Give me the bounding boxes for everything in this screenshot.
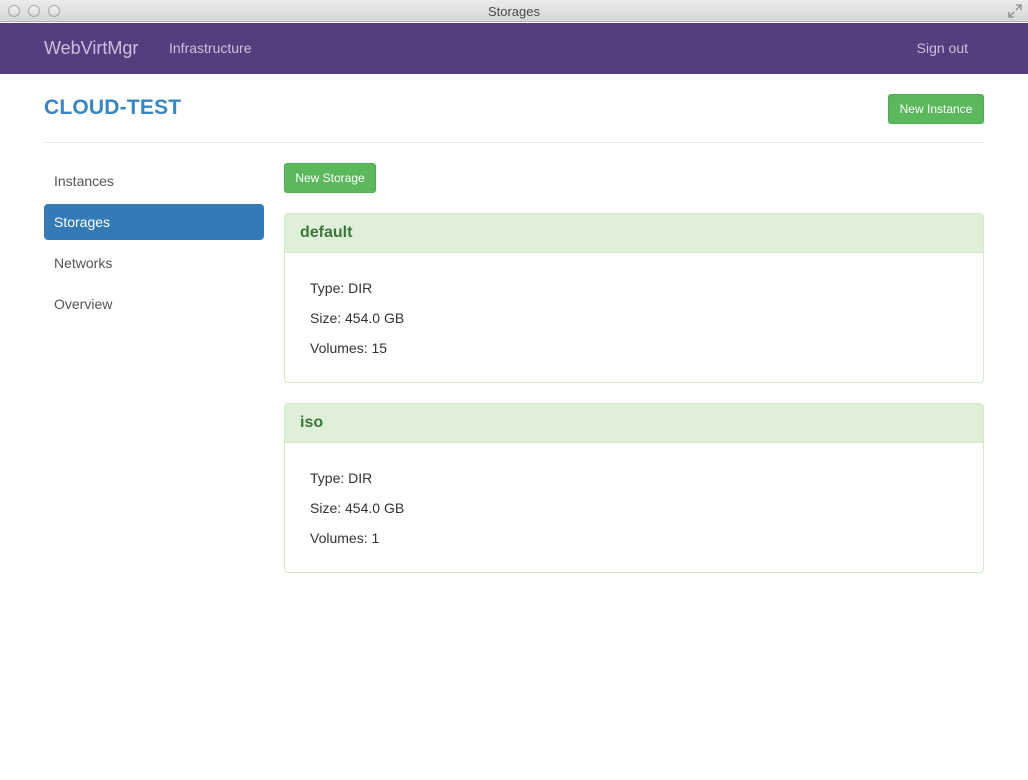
window-titlebar: Storages xyxy=(0,0,1028,22)
storage-type: Type: DIR xyxy=(310,280,373,296)
sidebar-item-instances[interactable]: Instances xyxy=(44,163,264,199)
storage-details: Type: DIR Size: 454.0 GB Volumes: 1 xyxy=(285,443,983,558)
storage-volumes: Volumes: 15 xyxy=(310,340,388,356)
nav-link-infrastructure[interactable]: Infrastructure xyxy=(169,40,251,56)
sidebar-item-networks[interactable]: Networks xyxy=(44,245,264,281)
sign-out-link[interactable]: Sign out xyxy=(917,40,968,56)
storage-size: Size: 454.0 GB xyxy=(310,310,405,326)
window-title: Storages xyxy=(487,4,541,19)
sidebar-item-storages[interactable]: Storages xyxy=(44,204,264,240)
page-title: CLOUD-TEST xyxy=(44,96,182,119)
new-instance-button[interactable]: New Instance xyxy=(888,94,984,124)
sidebar-item-overview[interactable]: Overview xyxy=(44,286,264,322)
storage-details: Type: DIR Size: 454.0 GB Volumes: 15 xyxy=(285,253,983,368)
storage-name-link[interactable]: iso xyxy=(285,404,983,443)
storage-size: Size: 454.0 GB xyxy=(310,500,405,516)
header-divider xyxy=(44,142,984,143)
storage-type: Type: DIR xyxy=(310,470,373,486)
brand-link[interactable]: WebVirtMgr xyxy=(44,38,138,59)
fullscreen-icon[interactable] xyxy=(1008,4,1022,18)
storage-panel: default Type: DIR Size: 454.0 GB Volumes… xyxy=(284,213,984,383)
sidebar-nav: Instances Storages Networks Overview xyxy=(44,163,264,327)
storage-volumes: Volumes: 1 xyxy=(310,530,380,546)
storage-name-link[interactable]: default xyxy=(285,214,983,253)
new-storage-button[interactable]: New Storage xyxy=(284,163,376,193)
top-navbar: WebVirtMgr Infrastructure Sign out xyxy=(0,23,1028,74)
storage-panel: iso Type: DIR Size: 454.0 GB Volumes: 1 xyxy=(284,403,984,573)
